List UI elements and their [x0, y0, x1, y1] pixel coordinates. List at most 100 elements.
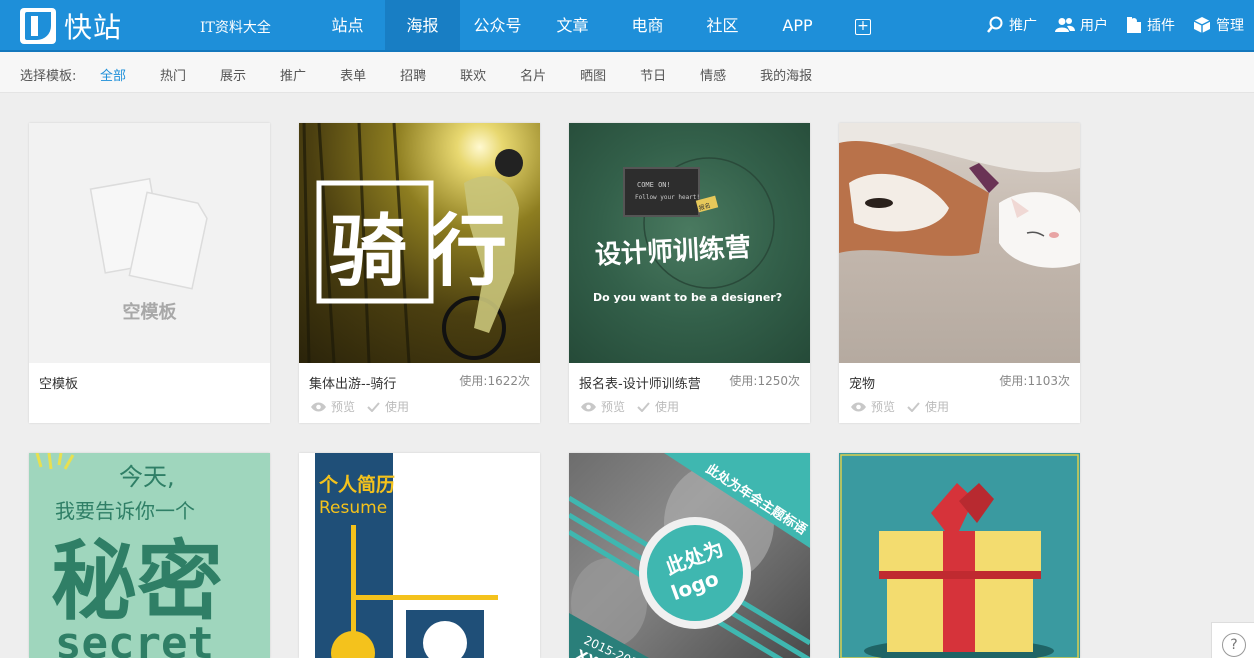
card-meta: 报名表-设计师训练营 使用:1250次 预览 使用 [569, 363, 810, 423]
secret-big: 秘密 [51, 532, 223, 632]
top-navbar: 快站 IT资料大全 站点 海报 公众号 文章 电商 社区 APP + 推广 用户… [0, 0, 1254, 52]
filter-label: 选择模板: [20, 69, 77, 84]
nav-item-community[interactable]: 社区 [685, 0, 760, 50]
plugins-label: 插件 [1147, 18, 1175, 34]
eye-icon [581, 402, 596, 411]
blank-thumb-label: 空模板 [122, 302, 177, 323]
check-icon [637, 401, 650, 412]
laptop-text-line1: COME ON! [637, 181, 671, 189]
laptop-text-line2: Follow your heart! [635, 194, 700, 201]
filter-form[interactable]: 表单 [340, 65, 366, 84]
check-icon [367, 401, 380, 412]
filter-card[interactable]: 名片 [520, 65, 546, 84]
preview-button[interactable]: 预览 [581, 398, 625, 415]
use-label: 使用 [655, 400, 680, 414]
preview-label: 预览 [601, 400, 626, 414]
use-button[interactable]: 使用 [907, 398, 949, 415]
template-title: 宠物 [849, 377, 876, 392]
gift-poster [840, 454, 1079, 658]
it-resources-link[interactable]: IT资料大全 [200, 17, 271, 37]
puzzle-icon [1127, 17, 1141, 33]
usage-count: 使用:1622次 [459, 374, 530, 388]
filter-my-posters[interactable]: 我的海报 [760, 65, 812, 84]
eye-icon [311, 402, 326, 411]
nav-item-site[interactable]: 站点 [310, 0, 385, 50]
designer-camp-sub: Do you want to be a designer? [593, 291, 782, 304]
use-button[interactable]: 使用 [637, 398, 679, 415]
template-card-annual-meeting[interactable]: 此处为年会主题标语 此处为 logo 2015-201 XX [569, 453, 810, 658]
template-card-pets[interactable]: 宠物 使用:1103次 预览 使用 [839, 123, 1080, 423]
eye-icon [851, 402, 866, 411]
card-meta: 空模板 [29, 363, 270, 423]
nav-item-poster[interactable]: 海报 [385, 0, 460, 50]
template-thumbnail[interactable]: 今天, 我要告诉你一个 秘密 secret [29, 453, 270, 658]
resume-line1: 个人简历 [318, 473, 395, 496]
check-icon [907, 401, 920, 412]
resume-poster: 个人简历 Resume [315, 453, 498, 658]
plugins-link[interactable]: 插件 [1126, 0, 1175, 50]
template-thumbnail[interactable]: 此处为年会主题标语 此处为 logo 2015-201 XX [569, 453, 810, 658]
template-card-resume[interactable]: 个人简历 Resume [299, 453, 540, 658]
template-thumbnail[interactable]: 个人简历 Resume [299, 453, 540, 658]
template-title: 空模板 [39, 377, 79, 392]
promote-link[interactable]: 推广 [986, 0, 1037, 50]
card-meta: 宠物 使用:1103次 预览 使用 [839, 363, 1080, 423]
nav-item-article[interactable]: 文章 [535, 0, 610, 50]
template-card-blank[interactable]: 空模板 空模板 [29, 123, 270, 423]
template-thumbnail[interactable] [839, 123, 1080, 363]
logo-icon [20, 8, 56, 44]
cycling-thumb-text: 骑行 [329, 207, 529, 297]
preview-button[interactable]: 预览 [851, 398, 895, 415]
help-button[interactable]: ? [1211, 622, 1254, 658]
add-nav-button[interactable]: + [855, 19, 871, 35]
brand-name: 快站 [64, 11, 123, 44]
designer-camp-scene: COME ON! Follow your heart! 报名 设计师训练营 Do… [593, 157, 782, 304]
users-label: 用户 [1080, 18, 1108, 34]
users-icon [1055, 18, 1075, 32]
nav-item-official-account[interactable]: 公众号 [460, 0, 535, 50]
preview-label: 预览 [331, 400, 356, 414]
resume-line2: Resume [319, 498, 387, 518]
use-button[interactable]: 使用 [367, 398, 409, 415]
filter-all[interactable]: 全部 [100, 65, 126, 84]
logo[interactable]: 快站 [20, 8, 123, 44]
designer-camp-heading: 设计师训练营 [594, 232, 751, 271]
template-card-secret[interactable]: 今天, 我要告诉你一个 秘密 secret [29, 453, 270, 658]
main-nav: 站点 海报 公众号 文章 电商 社区 APP [310, 0, 835, 50]
blank-document-icon [89, 177, 208, 290]
nav-item-ecommerce[interactable]: 电商 [610, 0, 685, 50]
sleeping-pets-photo [839, 123, 1080, 268]
card-actions: 预览 使用 [581, 398, 691, 415]
filter-showcase[interactable]: 展示 [220, 65, 246, 84]
template-card-cycling[interactable]: 骑行 集体出游--骑行 使用:1622次 预览 使用 [299, 123, 540, 423]
usage-count: 使用:1250次 [729, 374, 800, 388]
secret-line2: 我要告诉你一个 [55, 499, 195, 523]
template-thumbnail[interactable]: COME ON! Follow your heart! 报名 设计师训练营 Do… [569, 123, 810, 363]
filter-promote[interactable]: 推广 [280, 65, 306, 84]
filter-recruit[interactable]: 招聘 [400, 65, 426, 84]
filter-emotion[interactable]: 情感 [700, 65, 726, 84]
template-title: 报名表-设计师训练营 [579, 377, 701, 392]
card-actions: 预览 使用 [311, 398, 421, 415]
template-card-designer-camp[interactable]: COME ON! Follow your heart! 报名 设计师训练营 Do… [569, 123, 810, 423]
search-promote-icon [987, 16, 1003, 33]
use-label: 使用 [385, 400, 410, 414]
preview-button[interactable]: 预览 [311, 398, 355, 415]
card-meta: 集体出游--骑行 使用:1622次 预览 使用 [299, 363, 540, 423]
filter-party[interactable]: 联欢 [460, 65, 486, 84]
users-link[interactable]: 用户 [1055, 0, 1108, 50]
template-thumbnail[interactable]: 骑行 [299, 123, 540, 363]
template-thumbnail[interactable] [839, 453, 1080, 658]
template-card-gift[interactable] [839, 453, 1080, 658]
template-thumbnail[interactable]: 空模板 [29, 123, 270, 363]
manage-link[interactable]: 管理 [1193, 0, 1244, 50]
card-actions: 预览 使用 [851, 398, 961, 415]
filter-holiday[interactable]: 节日 [640, 65, 666, 84]
cube-icon [1193, 17, 1211, 33]
filter-hot[interactable]: 热门 [160, 65, 186, 84]
filter-photo[interactable]: 晒图 [580, 65, 606, 84]
help-icon: ? [1222, 633, 1246, 657]
secret-eng: secret [55, 618, 214, 658]
nav-item-app[interactable]: APP [760, 0, 835, 50]
usage-count: 使用:1103次 [999, 374, 1070, 388]
